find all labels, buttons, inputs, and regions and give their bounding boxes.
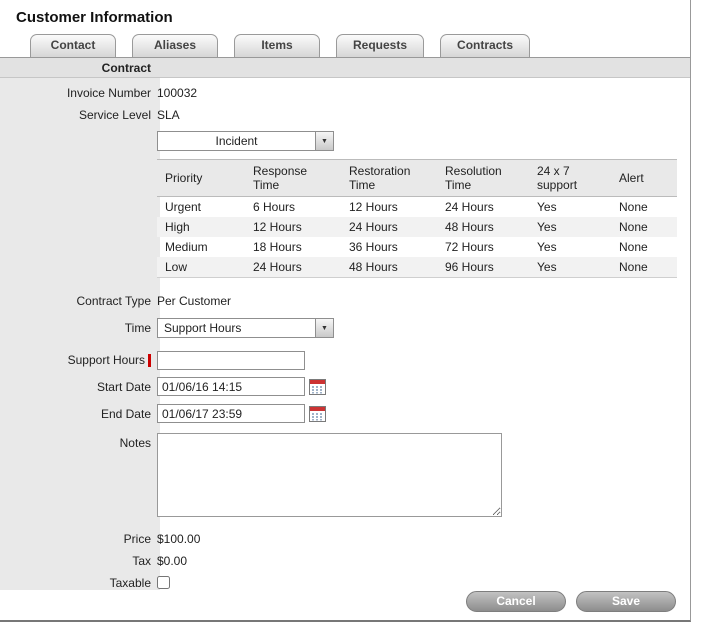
contract-type-value: Per Customer — [157, 294, 231, 308]
start-date-input[interactable] — [157, 377, 305, 396]
contract-type-row: Contract Type Per Customer — [0, 290, 690, 312]
time-row: Time Support Hours ▼ — [0, 316, 690, 340]
tab-items[interactable]: Items — [234, 34, 320, 57]
price-value: $100.00 — [157, 532, 200, 546]
tax-row: Tax $0.00 — [0, 550, 690, 572]
calendar-icon[interactable] — [309, 406, 326, 422]
table-row: High 12 Hours 24 Hours 48 Hours Yes None — [157, 217, 677, 237]
chevron-down-icon[interactable]: ▼ — [315, 132, 333, 150]
section-header: Contract — [0, 58, 690, 78]
support-hours-row: Support Hours — [0, 347, 690, 373]
support-hours-label: Support Hours — [0, 353, 157, 367]
sla-table: Priority Response Time Restoration Time … — [157, 159, 677, 278]
calendar-icon[interactable] — [309, 379, 326, 395]
invoice-number-label: Invoice Number — [0, 86, 157, 100]
save-button[interactable]: Save — [576, 591, 676, 612]
end-date-label: End Date — [0, 407, 157, 421]
contract-form: Contract Invoice Number 100032 Service L… — [0, 57, 690, 590]
col-restore: Restoration Time — [341, 160, 437, 197]
table-row: Medium 18 Hours 36 Hours 72 Hours Yes No… — [157, 237, 677, 257]
col-priority: Priority — [157, 160, 245, 197]
process-select-row: Incident ▼ — [0, 129, 690, 153]
contract-type-label: Contract Type — [0, 294, 157, 308]
section-title: Contract — [0, 61, 157, 75]
tax-value: $0.00 — [157, 554, 187, 568]
tab-bar: Contact Aliases Items Requests Contracts — [0, 33, 690, 57]
start-date-label: Start Date — [0, 380, 157, 394]
table-row: Low 24 Hours 48 Hours 96 Hours Yes None — [157, 257, 677, 278]
table-row: Urgent 6 Hours 12 Hours 24 Hours Yes Non… — [157, 197, 677, 218]
sla-process-select-value: Incident — [158, 134, 315, 148]
notes-row: Notes — [0, 433, 690, 517]
service-level-label: Service Level — [0, 108, 157, 122]
notes-textarea[interactable] — [157, 433, 502, 517]
end-date-input[interactable] — [157, 404, 305, 423]
price-label: Price — [0, 532, 157, 546]
tab-aliases[interactable]: Aliases — [132, 34, 218, 57]
cancel-button[interactable]: Cancel — [466, 591, 566, 612]
invoice-number-value: 100032 — [157, 86, 197, 100]
chevron-down-icon[interactable]: ▼ — [315, 319, 333, 337]
time-label: Time — [0, 321, 157, 335]
taxable-label: Taxable — [0, 576, 157, 590]
sla-table-row: Priority Response Time Restoration Time … — [0, 153, 690, 290]
sla-process-select[interactable]: Incident ▼ — [157, 131, 334, 151]
page-title: Customer Information — [0, 0, 690, 33]
service-level-value: SLA — [157, 108, 180, 122]
tab-contracts[interactable]: Contracts — [440, 34, 530, 57]
required-indicator — [148, 354, 151, 367]
customer-information-page: Customer Information Contact Aliases Ite… — [0, 0, 691, 622]
tab-requests[interactable]: Requests — [336, 34, 424, 57]
tax-label: Tax — [0, 554, 157, 568]
time-select-value: Support Hours — [158, 321, 315, 335]
col-response: Response Time — [245, 160, 341, 197]
col-alert: Alert — [611, 160, 677, 197]
price-row: Price $100.00 — [0, 528, 690, 550]
start-date-row: Start Date — [0, 373, 690, 400]
invoice-number-row: Invoice Number 100032 — [0, 82, 690, 104]
tab-contact[interactable]: Contact — [30, 34, 116, 57]
col-resolve: Resolution Time — [437, 160, 529, 197]
col-support: 24 x 7 support — [529, 160, 611, 197]
support-hours-input[interactable] — [157, 351, 305, 370]
taxable-checkbox[interactable] — [157, 576, 170, 589]
time-select[interactable]: Support Hours ▼ — [157, 318, 334, 338]
notes-label: Notes — [0, 433, 157, 450]
action-bar: Cancel Save — [466, 591, 676, 612]
sla-table-header-row: Priority Response Time Restoration Time … — [157, 160, 677, 197]
end-date-row: End Date — [0, 400, 690, 427]
service-level-row: Service Level SLA — [0, 104, 690, 126]
taxable-row: Taxable — [0, 572, 690, 590]
